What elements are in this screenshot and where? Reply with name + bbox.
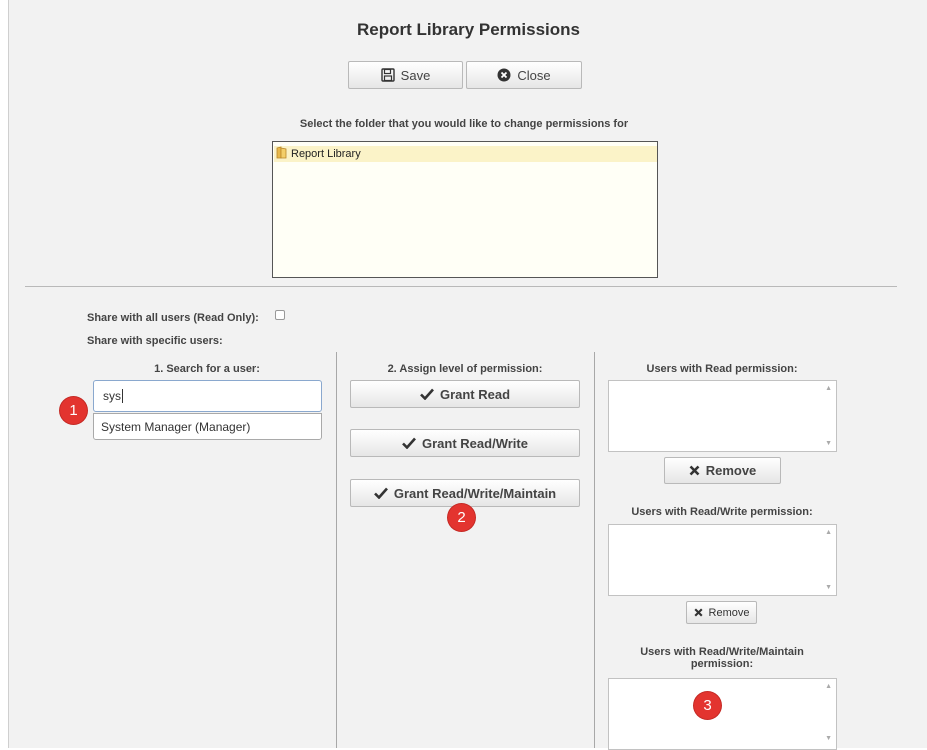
scroll-down-icon[interactable]: ▼: [825, 584, 832, 591]
assign-heading: 2. Assign level of permission:: [387, 363, 543, 375]
save-icon: [380, 68, 395, 82]
search-heading: 1. Search for a user:: [154, 363, 260, 375]
user-search-input[interactable]: sys: [93, 380, 322, 412]
remove-label: Remove: [705, 463, 757, 478]
share-specific-label: Share with specific users:: [87, 335, 223, 347]
save-button[interactable]: Save: [348, 61, 463, 89]
grant-read-write-maintain-button[interactable]: Grant Read/Write/Maintain: [350, 479, 580, 507]
grant-read-write-maintain-label: Grant Read/Write/Maintain: [393, 485, 557, 501]
section-divider: [25, 286, 897, 287]
scroll-up-icon[interactable]: ▲: [825, 385, 832, 392]
column-divider: [594, 352, 595, 748]
save-label: Save: [400, 67, 431, 83]
remove-read-button[interactable]: Remove: [664, 457, 781, 484]
remove-icon: [689, 465, 700, 476]
checkmark-icon: [402, 437, 416, 449]
text-cursor: [122, 389, 123, 403]
share-all-checkbox[interactable]: [275, 310, 285, 320]
permissions-dialog: Report Library Permissions Save Close Se…: [8, 0, 927, 750]
checkmark-icon: [373, 487, 388, 499]
close-icon: [497, 68, 511, 82]
remove-label: Remove: [708, 606, 750, 619]
user-suggestion[interactable]: System Manager (Manager): [93, 413, 322, 440]
column-divider: [336, 352, 337, 748]
read-write-maintain-users-list[interactable]: ▲ ▼: [608, 678, 837, 750]
step-badge-3: 3: [694, 692, 721, 719]
scroll-up-icon[interactable]: ▲: [825, 529, 832, 536]
grant-read-button[interactable]: Grant Read: [350, 380, 580, 408]
scroll-up-icon[interactable]: ▲: [825, 683, 832, 690]
step-badge-2: 2: [448, 504, 475, 531]
read-write-maintain-users-heading: Users with Read/Write/Maintain permissio…: [640, 646, 804, 670]
folder-label: Report Library: [291, 148, 361, 160]
folder-icon: [276, 146, 287, 162]
folder-tree[interactable]: Report Library: [272, 141, 658, 278]
folder-prompt: Select the folder that you would like to…: [299, 118, 629, 130]
close-button[interactable]: Close: [466, 61, 582, 89]
remove-read-write-button[interactable]: Remove: [686, 601, 757, 624]
scroll-down-icon[interactable]: ▼: [825, 440, 832, 447]
grant-read-label: Grant Read: [439, 386, 511, 402]
grant-read-write-label: Grant Read/Write: [422, 435, 528, 451]
read-users-heading: Users with Read permission:: [646, 363, 798, 375]
folder-tree-item[interactable]: Report Library: [274, 146, 657, 162]
checkmark-icon: [420, 388, 434, 400]
dialog-title: Report Library Permissions: [357, 20, 580, 39]
scroll-down-icon[interactable]: ▼: [825, 735, 832, 742]
read-write-users-list[interactable]: ▲ ▼: [608, 524, 837, 596]
close-label: Close: [517, 67, 551, 83]
step-badge-1: 1: [60, 397, 87, 424]
grant-read-write-button[interactable]: Grant Read/Write: [350, 429, 580, 457]
read-users-list[interactable]: ▲ ▼: [608, 380, 837, 452]
read-write-users-heading: Users with Read/Write permission:: [631, 506, 813, 518]
share-all-label: Share with all users (Read Only):: [87, 312, 259, 324]
remove-icon: [693, 608, 703, 617]
search-input-value: sys: [103, 389, 121, 403]
